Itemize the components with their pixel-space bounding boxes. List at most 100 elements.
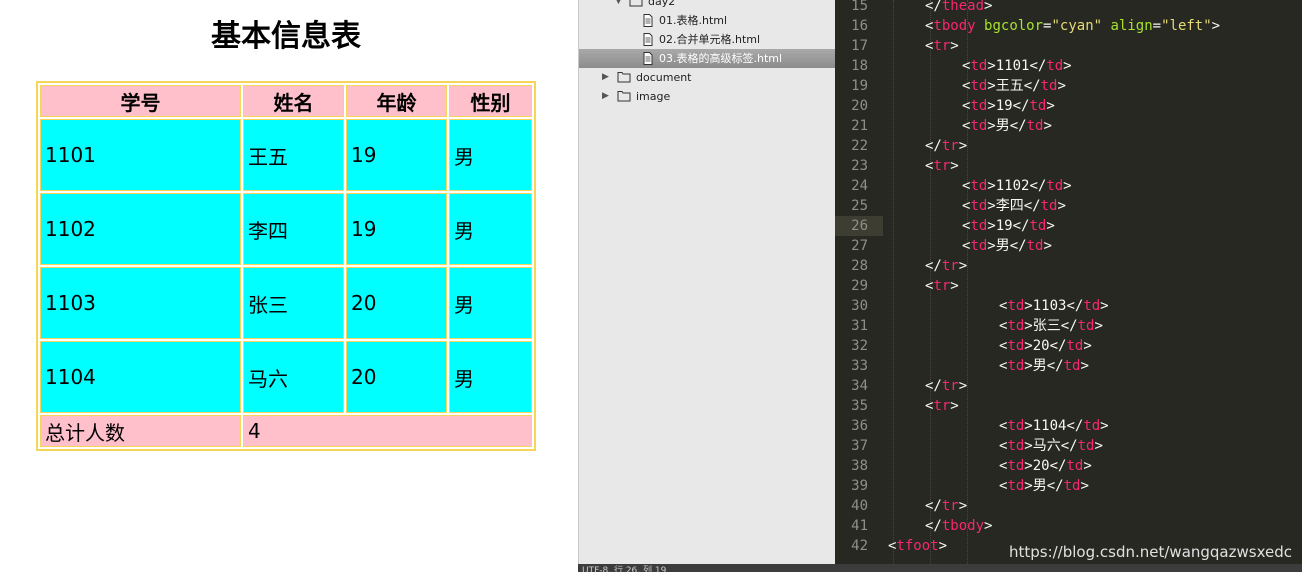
header-cell: 年龄 [346,85,447,117]
tree-item-file-selected[interactable]: 03.表格的高级标签.html [579,49,835,68]
tree-item-file[interactable]: 01.表格.html [579,11,835,30]
code-line[interactable]: <td>1104</td> [999,416,1109,436]
code-line[interactable]: <td>1103</td> [999,296,1109,316]
code-line[interactable]: </tr> [925,376,967,396]
code-token: td [970,218,988,234]
code-line[interactable]: <td>19</td> [962,96,1055,116]
collapsed-arrow-icon[interactable]: ▶ [602,87,609,106]
code-line[interactable]: <td>马六</td> [999,436,1103,456]
code-line[interactable]: <td>王五</td> [962,76,1066,96]
expanded-arrow-icon[interactable]: ▼ [615,0,622,11]
code-token: > [958,258,968,274]
code-token: tr [933,278,951,294]
file-tree-sidebar: ▼ day2 01.表格.html 02.合并单元格.html 03.表格的高级… [578,0,835,572]
code-token: td [970,98,988,114]
code-token: td [1007,438,1025,454]
collapsed-arrow-icon[interactable]: ▶ [602,68,609,87]
file-icon [643,52,653,65]
code-token: > [950,158,959,174]
code-token: >马六</ [1024,438,1078,454]
code-token: td [970,118,988,134]
line-number: 40 [851,498,868,514]
code-token: > [1083,458,1092,474]
code-line[interactable]: <td>1101</td> [962,56,1072,76]
code-token: td [1066,458,1084,474]
status-bar: UTF-8, 行 26, 列 19 [578,564,1302,572]
browser-preview: 基本信息表 学号 姓名 年龄 性别 1101 王五 19 男 1102 李四 1… [0,0,578,572]
code-token: >男</ [1024,358,1064,374]
code-token: >1104</ [1024,418,1084,434]
code-token: td [1026,238,1044,254]
code-line[interactable]: <tr> [925,156,959,176]
tree-item-day2[interactable]: ▼ day2 [579,0,835,11]
code-line[interactable]: <tfoot> [888,536,947,556]
code-token: td [1063,478,1081,494]
table-header-row: 学号 姓名 年龄 性别 [40,85,532,117]
code-line[interactable]: <tr> [925,396,959,416]
table-cell: 20 [346,341,447,413]
tree-item-file[interactable]: 02.合并单元格.html [579,30,835,49]
table-cell: 1103 [40,267,241,339]
tree-item-label: image [636,90,671,103]
code-line[interactable]: <td>张三</td> [999,316,1103,336]
code-line[interactable]: <td>20</td> [999,456,1092,476]
code-editor[interactable]: 15 16 17 18 19 20 21 22 23 24 25 26 27 28 29 30 31 32 33 34… [835,0,1302,564]
code-token: tbody [933,18,976,34]
code-token: </ [925,138,942,154]
line-number: 16 [851,18,868,34]
code-line[interactable]: <td>男</td> [999,476,1089,496]
code-line[interactable]: </tbody> [925,516,992,536]
code-token: >1102</ [987,178,1047,194]
code-token: > [1046,98,1055,114]
folder-icon [617,72,631,83]
code-token: tbody [941,518,985,534]
code-line[interactable]: </tr> [925,136,967,156]
code-token: tr [941,498,959,514]
code-token: </ [925,378,942,394]
code-line[interactable]: </tr> [925,496,967,516]
code-line[interactable]: <td>男</td> [962,116,1052,136]
tree-item-image[interactable]: ▶ image [579,87,835,106]
code-token: td [1040,78,1058,94]
code-token: >张三</ [1024,318,1078,334]
code-line[interactable]: <td>李四</td> [962,196,1066,216]
code-token: >20</ [1024,338,1067,354]
table-row: 1103 张三 20 男 [40,267,532,339]
code-line[interactable]: <td>男</td> [962,236,1052,256]
line-number: 18 [851,58,868,74]
info-table: 学号 姓名 年龄 性别 1101 王五 19 男 1102 李四 19 男 11… [36,81,536,451]
code-line[interactable]: <tbody bgcolor="cyan" align="left"> [925,16,1220,36]
table-row: 1102 李四 19 男 [40,193,532,265]
code-token: td [1083,298,1101,314]
code-token: bgcolor [984,18,1044,34]
code-token: >1103</ [1024,298,1084,314]
tree-item-label: document [636,71,692,84]
line-number: 15 [851,0,868,14]
code-token: > [1080,478,1089,494]
tree-item-label: day2 [648,0,676,8]
code-token: td [1046,178,1064,194]
code-token: tfoot [896,538,939,554]
code-line[interactable]: <tr> [925,276,959,296]
line-number: 42 [851,538,868,554]
code-token: td [1040,198,1058,214]
code-line[interactable]: <tr> [925,36,959,56]
code-line[interactable]: <td>20</td> [999,336,1092,356]
line-number: 36 [851,418,868,434]
code-token: tr [933,398,951,414]
code-line[interactable]: <td>男</td> [999,356,1089,376]
line-number: 20 [851,98,868,114]
tree-item-document[interactable]: ▶ document [579,68,835,87]
code-line[interactable]: <td>1102</td> [962,176,1072,196]
code-line[interactable]: </thead> [925,0,992,16]
code-token: > [1100,298,1109,314]
code-line[interactable]: </tr> [925,256,967,276]
code-token: td [1066,338,1084,354]
code-token: td [1007,478,1025,494]
code-token: > [1063,58,1072,74]
code-line[interactable]: <td>19</td> [962,216,1055,236]
code-token: td [1007,358,1025,374]
code-token: > [1046,218,1055,234]
line-number: 35 [851,398,868,414]
